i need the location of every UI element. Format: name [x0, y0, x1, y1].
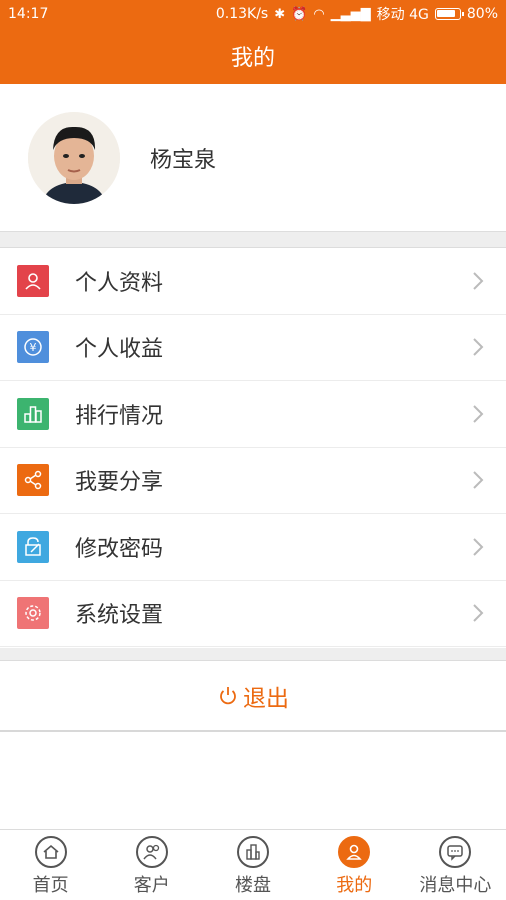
yen-coin-icon: ¥	[17, 331, 49, 364]
status-carrier: 移动 4G	[376, 7, 429, 23]
building-icon	[237, 836, 269, 868]
tab-properties[interactable]: 楼盘	[202, 830, 303, 900]
menu-item-share[interactable]: 我要分享	[0, 448, 506, 514]
status-battery: 80%	[466, 6, 498, 22]
menu-item-profile[interactable]: 个人资料	[0, 248, 506, 315]
bluetooth-icon: ✱	[274, 6, 286, 22]
menu-item-label: 修改密码	[75, 536, 164, 562]
wifi-icon: ◠	[313, 6, 325, 22]
power-icon	[220, 687, 236, 705]
chevron-right-icon	[473, 604, 484, 622]
lock-edit-icon	[17, 530, 49, 563]
chevron-right-icon	[473, 405, 484, 423]
status-bar: 14:17 0.13K/s ✱ ⏰ ◠ ▁▃▅▇ 移动 4G 80%	[0, 0, 506, 28]
gear-icon	[17, 597, 49, 630]
menu-item-label: 我要分享	[75, 470, 164, 496]
tab-label: 客户	[133, 875, 170, 896]
signal-icon: ▁▃▅▇	[330, 6, 371, 22]
menu-item-change-password[interactable]: 修改密码	[0, 514, 506, 581]
username: 杨宝泉	[150, 147, 217, 173]
share-icon	[17, 464, 49, 497]
menu-item-label: 排行情况	[75, 403, 164, 429]
message-icon	[439, 836, 472, 868]
svg-text:¥: ¥	[30, 341, 37, 354]
page-header: 我的	[0, 28, 506, 84]
menu-item-label: 系统设置	[75, 603, 164, 629]
home-icon	[34, 836, 67, 868]
section-divider	[0, 232, 506, 248]
menu-item-earnings[interactable]: ¥ 个人收益	[0, 315, 506, 381]
tab-mine[interactable]: 我的	[304, 830, 405, 900]
page-title: 我的	[230, 46, 275, 71]
customers-icon	[135, 836, 168, 868]
tab-label: 消息中心	[419, 875, 492, 896]
tab-label: 首页	[32, 875, 69, 896]
tab-home[interactable]: 首页	[0, 830, 101, 900]
chevron-right-icon	[473, 338, 484, 356]
bottom-tab-bar: 首页 客户 楼盘 我的 消息中心	[0, 829, 506, 900]
avatar[interactable]	[28, 111, 120, 204]
menu-item-label: 个人资料	[75, 270, 164, 296]
tab-label: 楼盘	[235, 875, 271, 896]
chevron-right-icon	[473, 471, 484, 489]
settings-menu: 个人资料 ¥ 个人收益 排行情况 我要分享 修改密码 系统设置	[0, 248, 506, 647]
menu-item-system-settings[interactable]: 系统设置	[0, 581, 506, 647]
status-speed: 0.13K/s	[215, 6, 269, 22]
logout-button[interactable]: 退出	[0, 662, 506, 732]
section-divider	[0, 648, 506, 661]
profile-card[interactable]: 杨宝泉	[0, 84, 506, 232]
profile-icon	[338, 836, 371, 868]
ranking-icon	[17, 397, 49, 430]
user-icon	[17, 264, 49, 297]
menu-item-label: 个人收益	[75, 337, 164, 363]
tab-label: 我的	[336, 875, 373, 896]
menu-item-ranking[interactable]: 排行情况	[0, 381, 506, 448]
logout-label: 退出	[243, 686, 289, 712]
tab-messages[interactable]: 消息中心	[405, 830, 506, 900]
status-time: 14:17	[8, 6, 49, 22]
alarm-icon: ⏰	[291, 6, 308, 22]
tab-customers[interactable]: 客户	[101, 830, 202, 900]
chevron-right-icon	[473, 538, 484, 556]
chevron-right-icon	[473, 272, 484, 290]
battery-icon	[434, 8, 464, 20]
